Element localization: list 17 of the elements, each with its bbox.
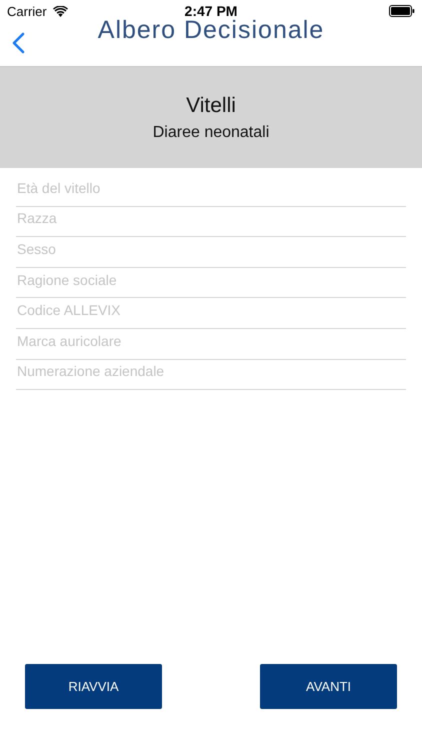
battery-icon <box>389 5 415 17</box>
status-time: 2:47 PM <box>184 3 238 19</box>
nav-title: Albero Decisionale <box>98 16 324 45</box>
input-field[interactable]: Razza <box>16 206 406 238</box>
carrier-label: Carrier <box>7 4 47 18</box>
header-title: Vitelli <box>186 94 236 118</box>
input-field[interactable]: Numerazione aziendale <box>16 360 406 390</box>
action-button[interactable]: AVANTI <box>260 664 397 709</box>
wifi-icon <box>52 6 68 16</box>
input-field[interactable]: Ragione sociale <box>16 268 406 298</box>
action-button[interactable]: RIAVVIA <box>25 664 162 709</box>
input-field[interactable]: Sesso <box>16 237 406 268</box>
back-button[interactable] <box>12 32 25 54</box>
header-subtitle: Diaree neonatali <box>152 124 270 142</box>
input-field[interactable]: Età del vitello <box>16 176 406 207</box>
input-field[interactable]: Codice ALLEVIX <box>16 298 406 329</box>
input-field[interactable]: Marca auricolare <box>16 328 406 360</box>
